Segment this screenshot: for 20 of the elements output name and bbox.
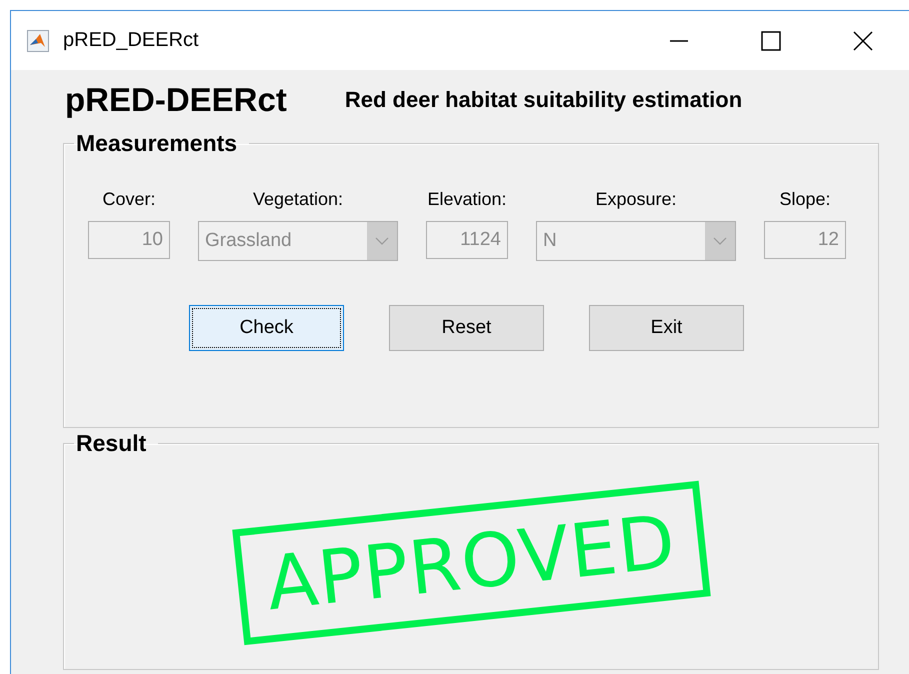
field-label: Vegetation: [252,189,344,211]
field-label: Cover: [102,189,156,211]
field-label: Exposure: [595,189,677,211]
approved-stamp: APPROVED [232,480,710,646]
minimize-icon [669,40,689,42]
app-name: pRED-DEERct [65,81,287,119]
panel-title: Result [75,430,148,457]
panel-title: Measurements [75,130,238,157]
field-label: Slope: [779,189,831,211]
action-button[interactable]: Check [189,305,344,351]
action-button[interactable]: Exit [589,305,744,351]
action-button[interactable]: Reset [389,305,544,351]
close-icon [853,30,873,50]
window-title: pRED_DEERct [63,29,200,52]
chevron-down-icon [375,237,389,245]
field-label: Elevation: [427,189,507,211]
chevron-down-icon [713,237,727,245]
app-subtitle: Red deer habitat suitability estimation [344,87,742,113]
app-logo-icon [27,30,49,52]
maximize-icon [761,30,781,50]
